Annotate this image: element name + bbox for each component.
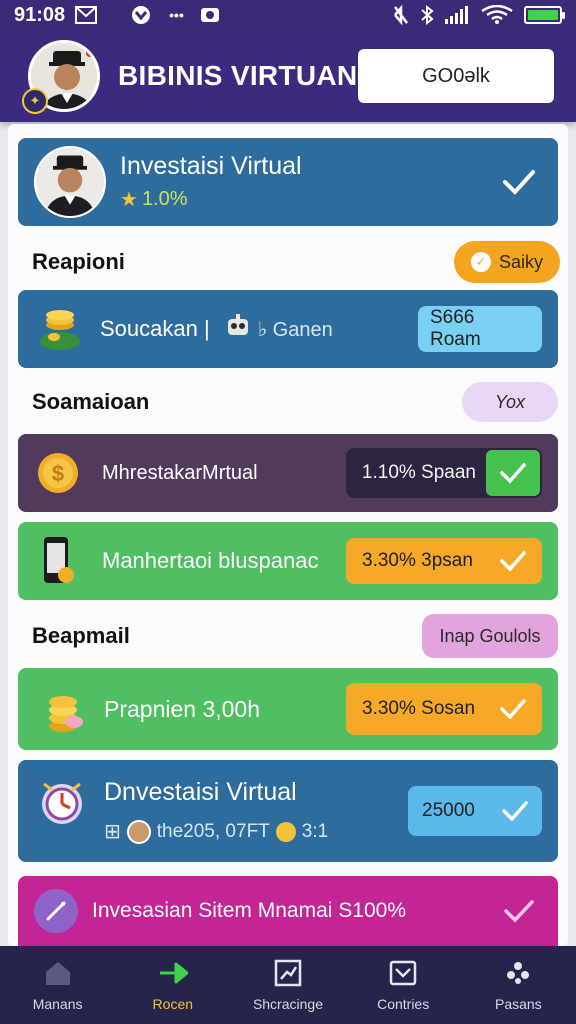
nav-item-pasans[interactable]: Pasans [463, 958, 573, 1012]
coin-icon [275, 821, 296, 842]
inbox-check-icon [388, 958, 418, 988]
profile-avatar [34, 146, 106, 218]
check-icon [502, 801, 528, 821]
bottom-navigation: Manans Rocen Shcracinge Contries Pasans [0, 946, 576, 1024]
investment-card-2[interactable]: $ MhrestakarMrtual 1.10% Spaan [18, 434, 558, 512]
investment-card-5[interactable]: Dnvestaisi Virtual ⊞ the205, 07FT 3:1 25… [18, 760, 558, 862]
dollar-coin-icon: $ [34, 449, 82, 497]
section-title-3: Beapmail [32, 623, 130, 648]
investment-card-1[interactable]: Soucakan | ♭ Ganen S666 Roam [18, 290, 558, 368]
profile-title: Investaisi Virtual [120, 152, 302, 180]
chart-square-icon [273, 958, 303, 988]
more-icon: ••• [169, 7, 184, 23]
card-1-amount-pill[interactable]: S666 Roam [418, 306, 542, 352]
card-3-pill[interactable]: 3.30% 3psan [346, 538, 542, 584]
nav-label-pasans: Pasans [494, 996, 542, 1012]
record-icon [200, 6, 220, 24]
nav-label-home: Manans [32, 996, 83, 1012]
nav-item-contries[interactable]: Contries [348, 958, 458, 1012]
card-3-title: Manhertaoi bluspanac [102, 548, 319, 573]
nav-item-shcracinge[interactable]: Shcracinge [233, 958, 343, 1012]
check-icon [500, 551, 526, 571]
card-3-pill-label: 3.30% 3psan [362, 550, 473, 571]
card-5-subtitle-tail: 3:1 [301, 820, 329, 842]
compass-clock-icon [34, 774, 90, 830]
nav-item-rocen[interactable]: Rocen [118, 958, 228, 1012]
nav-label-contries: Contries [377, 996, 430, 1012]
card-5-title: Dnvestaisi Virtual [104, 778, 297, 806]
section-pill-3[interactable]: Inap Goulols [422, 614, 558, 658]
investment-card-4[interactable]: Prapnien 3,00h 3.30% Sosan [18, 668, 558, 750]
card-4-title: Prapnien 3,00h [104, 695, 261, 722]
card-1-subtitle: ♭ Ganen [257, 318, 333, 341]
card-5-pill-label: 25000 [422, 800, 475, 821]
status-bar: 91:08 ••• [0, 0, 576, 30]
people-icon [503, 958, 533, 988]
card-4-pill-label: 3.30% Sosan [362, 698, 476, 719]
coins-stack-icon [34, 680, 92, 738]
nav-label-shcracinge: Shcracinge [252, 996, 323, 1012]
section-pill-1[interactable]: ✓ Saiky [454, 241, 560, 283]
check-icon[interactable] [502, 894, 536, 928]
svg-text:$: $ [52, 461, 64, 486]
check-box-icon [486, 450, 540, 496]
battery-icon [524, 6, 565, 24]
grid-glyph-icon: ⊞ [104, 821, 121, 843]
section-header-1: Reapioni ✓ Saiky [18, 232, 560, 292]
coins-salad-icon [34, 303, 86, 355]
arrow-right-icon [158, 958, 188, 988]
nav-label-rocen: Rocen [152, 996, 194, 1012]
section-header-3: Beapmail Inap Goulols [18, 606, 558, 666]
profile-rating: 1.0% [141, 188, 188, 210]
header-action-button[interactable]: GO0əlk [358, 49, 554, 103]
no-sound-icon [392, 5, 410, 25]
card-6-title: Invesasian Sitem Mnamai S100% [92, 899, 406, 922]
section-pill-2[interactable]: Yox [462, 382, 558, 422]
card-1-title: Soucakan | [100, 316, 210, 341]
card-2-title: MhrestakarMrtual [102, 461, 258, 484]
app-header: ✦ BIBINIS VIRTUAN GO0əlk [0, 30, 576, 122]
wifi-icon [480, 5, 514, 25]
avatar-badge-icon: ✦ [22, 88, 48, 114]
mail-icon [75, 6, 98, 24]
section-header-2: Soamaioan Yox [18, 372, 558, 432]
vpn-icon [131, 5, 151, 25]
bluetooth-icon [420, 5, 434, 25]
card-5-subtitle: the205, 07FT [156, 820, 270, 842]
section-title-2: Soamaioan [32, 389, 150, 414]
nav-item-home[interactable]: Manans [3, 958, 113, 1012]
app-title: BIBINIS VIRTUAN [118, 60, 358, 91]
check-icon[interactable] [502, 165, 536, 199]
card-2-pill[interactable]: 1.10% Spaan [345, 448, 542, 498]
signal-icon [444, 5, 470, 25]
star-icon: ★ [120, 189, 138, 211]
robot-icon [224, 313, 252, 346]
card-5-pill[interactable]: 25000 [408, 786, 542, 836]
profile-card[interactable]: Investaisi Virtual ★ 1.0% [18, 138, 558, 226]
card-4-pill[interactable]: 3.30% Sosan [346, 683, 542, 735]
phone-icon [34, 537, 82, 585]
card-2-pill-label: 1.10% Spaan [361, 462, 476, 483]
investment-card-6[interactable]: Invesasian Sitem Mnamai S100% [18, 876, 558, 946]
check-icon [500, 699, 526, 719]
mini-avatar [126, 819, 151, 844]
home-icon [43, 958, 73, 988]
section-title-1: Reapioni [32, 249, 125, 274]
wand-icon [34, 889, 78, 933]
status-time: 91:08 [14, 3, 66, 26]
shield-icon: ✓ [470, 252, 491, 272]
investment-card-3[interactable]: Manhertaoi bluspanac 3.30% 3psan [18, 522, 558, 600]
